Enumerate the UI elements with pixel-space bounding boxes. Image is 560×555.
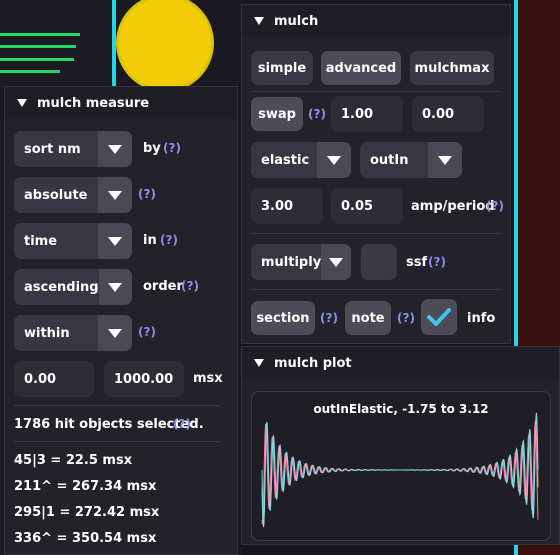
help-icon[interactable]: (?) — [486, 199, 504, 213]
help-icon[interactable]: (?) — [308, 107, 326, 121]
panel-header[interactable]: mulch — [242, 5, 510, 37]
dropdown-arrow-icon[interactable] — [98, 131, 132, 167]
panel-header[interactable]: mulch plot — [242, 347, 559, 379]
order-label: order — [143, 279, 183, 294]
panel-title: mulch measure — [37, 95, 150, 111]
panel-title: mulch — [274, 13, 319, 29]
divider — [14, 405, 220, 406]
period-input[interactable]: 0.05 — [331, 188, 403, 224]
info-label: info — [467, 311, 496, 326]
result-line: 336^ = 350.54 msx — [14, 531, 157, 546]
operation-select[interactable]: multiply — [251, 244, 351, 280]
help-icon[interactable]: (?) — [138, 325, 156, 339]
amp-period-label: amp/period — [411, 199, 495, 214]
in-label: in — [143, 233, 157, 248]
divider — [251, 289, 501, 290]
collapse-triangle-icon[interactable] — [254, 359, 264, 367]
amp-input[interactable]: 3.00 — [251, 188, 323, 224]
plot-area[interactable]: outInElastic, -1.75 to 3.12 — [251, 391, 551, 541]
result-line: 295|1 = 272.42 msx — [14, 505, 160, 520]
result-line: 211^ = 267.34 msx — [14, 479, 157, 494]
value-a-input[interactable]: 1.00 — [331, 96, 403, 132]
time-select[interactable]: time — [14, 223, 132, 259]
within-select[interactable]: within — [14, 315, 132, 351]
select-value: multiply — [251, 244, 322, 280]
help-icon[interactable]: (?) — [181, 279, 199, 293]
ssf-label: ssf — [406, 255, 428, 270]
dropdown-arrow-icon[interactable] — [98, 269, 132, 305]
tab-advanced[interactable]: advanced — [321, 51, 401, 85]
dropdown-arrow-icon[interactable] — [317, 142, 351, 178]
panel-header[interactable]: mulch measure — [5, 87, 237, 119]
select-value: sort nm — [14, 131, 98, 167]
easing-curve — [261, 412, 539, 528]
ssf-checkbox[interactable] — [361, 244, 397, 280]
easing-mode-select[interactable]: outIn — [360, 142, 462, 178]
dropdown-arrow-icon[interactable] — [321, 244, 351, 280]
divider — [14, 441, 220, 442]
select-value: elastic — [251, 142, 317, 178]
dropdown-arrow-icon[interactable] — [428, 142, 462, 178]
sort-select[interactable]: sort nm — [14, 131, 132, 167]
green-line — [0, 70, 60, 73]
dropdown-arrow-icon[interactable] — [98, 315, 132, 351]
select-value: absolute — [14, 177, 98, 213]
help-icon[interactable]: (?) — [397, 311, 415, 325]
info-checkbox[interactable] — [421, 299, 457, 335]
dropdown-arrow-icon[interactable] — [98, 177, 132, 213]
tab-mulchmax[interactable]: mulchmax — [410, 51, 494, 85]
green-line — [0, 33, 80, 36]
divider — [251, 91, 501, 92]
order-select[interactable]: ascending — [14, 269, 132, 305]
collapse-triangle-icon[interactable] — [17, 99, 27, 107]
help-icon[interactable]: (?) — [163, 141, 181, 155]
range-unit-label: msx — [193, 371, 223, 386]
panel-title: mulch plot — [274, 355, 352, 371]
curve-line — [261, 421, 539, 525]
green-line — [0, 58, 74, 61]
collapse-triangle-icon[interactable] — [254, 17, 264, 25]
mulch-panel: mulch simple advanced mulchmax swap (?) … — [241, 4, 511, 344]
note-button[interactable]: note — [345, 301, 391, 335]
section-button[interactable]: section — [251, 301, 315, 335]
easing-type-select[interactable]: elastic — [251, 142, 351, 178]
divider — [251, 233, 501, 234]
dropdown-arrow-icon[interactable] — [98, 223, 132, 259]
help-icon[interactable]: (?) — [173, 417, 191, 431]
checkmark-icon — [427, 308, 451, 326]
mulch-plot-panel: mulch plot outInElastic, -1.75 to 3.12 — [241, 346, 560, 545]
result-line: 45|3 = 22.5 msx — [14, 453, 133, 468]
by-label: by — [143, 141, 161, 156]
help-icon[interactable]: (?) — [160, 233, 178, 247]
help-icon[interactable]: (?) — [320, 311, 338, 325]
absolute-select[interactable]: absolute — [14, 177, 132, 213]
tab-simple[interactable]: simple — [251, 51, 313, 85]
mulch-measure-panel: mulch measure sort nm by (?) absolute (?… — [4, 86, 238, 555]
help-icon[interactable]: (?) — [138, 187, 156, 201]
swap-button[interactable]: swap — [251, 97, 303, 131]
help-icon[interactable]: (?) — [428, 255, 446, 269]
select-value: outIn — [360, 142, 428, 178]
green-line — [0, 45, 76, 48]
select-value: time — [14, 223, 98, 259]
value-b-input[interactable]: 0.00 — [412, 96, 484, 132]
select-value: within — [14, 315, 98, 351]
select-value: ascending — [14, 269, 99, 305]
range-min-input[interactable]: 0.00 — [14, 361, 94, 397]
range-max-input[interactable]: 1000.00 — [104, 361, 184, 397]
